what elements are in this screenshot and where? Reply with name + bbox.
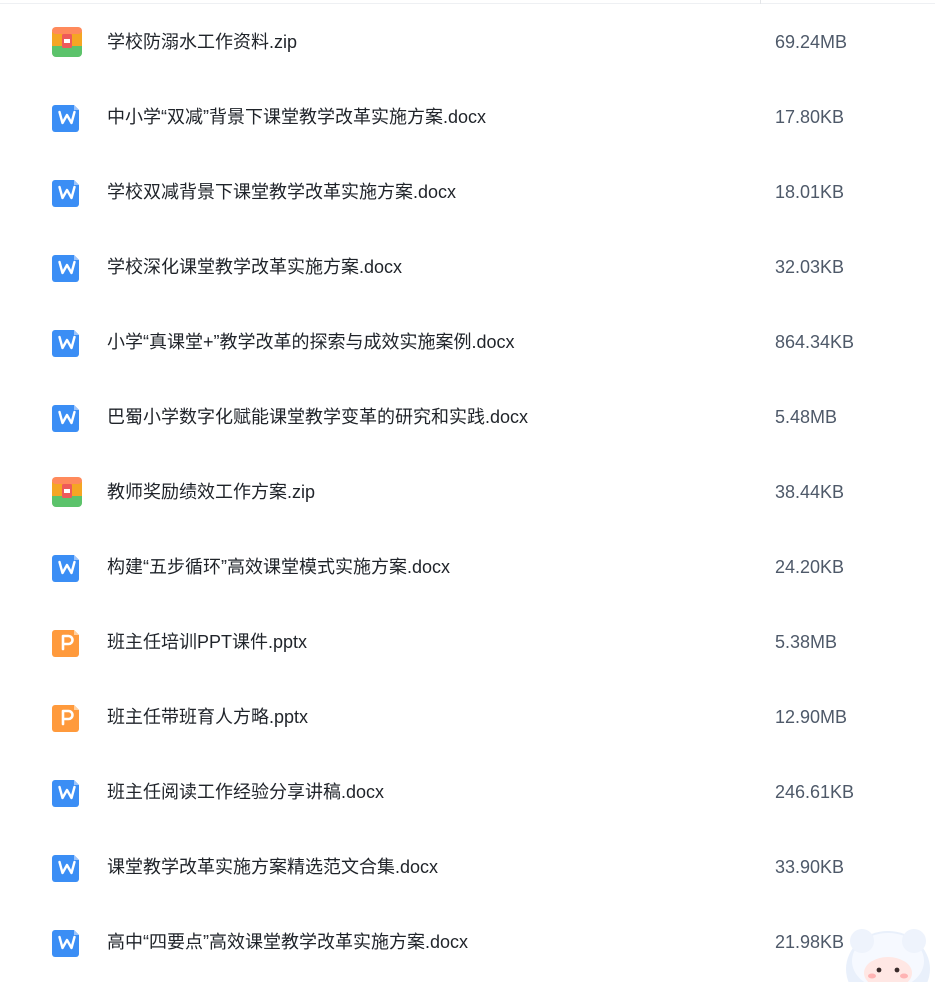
file-name[interactable]: 高中“四要点”高效课堂教学改革实施方案.docx — [107, 931, 468, 953]
word-doc-icon — [52, 777, 82, 807]
file-name[interactable]: 学校防溺水工作资料.zip — [107, 31, 297, 53]
file-name[interactable]: 学校深化课堂教学改革实施方案.docx — [107, 256, 402, 278]
file-size: 12.90MB — [775, 707, 848, 727]
file-name[interactable]: 小学“真课堂+”教学改革的探索与成效实施案例.docx — [107, 331, 515, 353]
mascot-avatar-icon[interactable] — [842, 925, 935, 982]
file-name[interactable]: 班主任培训PPT课件.pptx — [107, 631, 307, 653]
file-row[interactable]: 构建“五步循环”高效课堂模式实施方案.docx 24.20KB — [0, 530, 935, 605]
file-row[interactable]: 教师奖励绩效工作方案.zip 38.44KB — [0, 455, 935, 530]
file-list: 学校防溺水工作资料.zip 69.24MB 中小学“双减”背景下课堂教学改革实施方案… — [0, 5, 935, 980]
word-doc-icon — [52, 252, 82, 282]
file-row[interactable]: 学校防溺水工作资料.zip 69.24MB — [0, 5, 935, 80]
word-doc-icon — [52, 327, 82, 357]
archive-icon — [52, 27, 82, 57]
file-name[interactable]: 巴蜀小学数字化赋能课堂教学变革的研究和实践.docx — [107, 406, 528, 428]
header-divider — [0, 3, 935, 4]
file-row[interactable]: 中小学“双减”背景下课堂教学改革实施方案.docx 17.80KB — [0, 80, 935, 155]
file-row[interactable]: 班主任阅读工作经验分享讲稿.docx 246.61KB — [0, 755, 935, 830]
file-name[interactable]: 教师奖励绩效工作方案.zip — [107, 481, 315, 503]
file-row[interactable]: 课堂教学改革实施方案精选范文合集.docx 33.90KB — [0, 830, 935, 905]
file-row[interactable]: 学校深化课堂教学改革实施方案.docx 32.03KB — [0, 230, 935, 305]
word-doc-icon — [52, 102, 82, 132]
word-doc-icon — [52, 852, 82, 882]
column-divider — [760, 0, 761, 4]
file-size: 21.98KB — [775, 932, 845, 952]
file-size: 32.03KB — [775, 257, 845, 277]
file-name[interactable]: 班主任带班育人方略.pptx — [107, 706, 308, 728]
archive-icon — [52, 477, 82, 507]
file-name[interactable]: 中小学“双减”背景下课堂教学改革实施方案.docx — [107, 106, 486, 128]
file-size: 246.61KB — [775, 782, 855, 802]
file-name[interactable]: 构建“五步循环”高效课堂模式实施方案.docx — [107, 556, 450, 578]
file-name[interactable]: 班主任阅读工作经验分享讲稿.docx — [107, 781, 384, 803]
file-row[interactable]: 班主任培训PPT课件.pptx 5.38MB — [0, 605, 935, 680]
file-size: 864.34KB — [775, 332, 855, 352]
file-size: 18.01KB — [775, 182, 845, 202]
file-size: 17.80KB — [775, 107, 845, 127]
file-size: 5.48MB — [775, 407, 838, 427]
file-row[interactable]: 学校双减背景下课堂教学改革实施方案.docx 18.01KB — [0, 155, 935, 230]
file-name[interactable]: 学校双减背景下课堂教学改革实施方案.docx — [107, 181, 456, 203]
file-size: 24.20KB — [775, 557, 845, 577]
file-row[interactable]: 小学“真课堂+”教学改革的探索与成效实施案例.docx 864.34KB — [0, 305, 935, 380]
file-size: 33.90KB — [775, 857, 845, 877]
word-doc-icon — [52, 927, 82, 957]
file-name[interactable]: 课堂教学改革实施方案精选范文合集.docx — [107, 856, 438, 878]
file-size: 69.24MB — [775, 32, 848, 52]
word-doc-icon — [52, 402, 82, 432]
ppt-icon — [52, 627, 82, 657]
file-size: 38.44KB — [775, 482, 845, 502]
file-row[interactable]: 班主任带班育人方略.pptx 12.90MB — [0, 680, 935, 755]
word-doc-icon — [52, 552, 82, 582]
file-size: 5.38MB — [775, 632, 838, 652]
file-row[interactable]: 巴蜀小学数字化赋能课堂教学变革的研究和实践.docx 5.48MB — [0, 380, 935, 455]
word-doc-icon — [52, 177, 82, 207]
ppt-icon — [52, 702, 82, 732]
file-row[interactable]: 高中“四要点”高效课堂教学改革实施方案.docx 21.98KB — [0, 905, 935, 980]
